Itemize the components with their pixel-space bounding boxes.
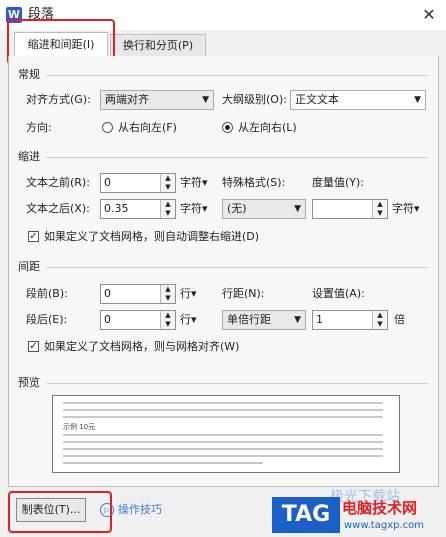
alignment-select[interactable]: 两端对齐 ▼: [100, 90, 214, 110]
chevron-down-icon: ▼: [202, 95, 209, 105]
rtl-label[interactable]: 从右向左(F): [118, 121, 177, 135]
space-before-stepper[interactable]: 0 ▲ ▼: [100, 284, 176, 304]
indent-before-label: 文本之前(R):: [26, 176, 90, 189]
special-format-value: (无): [227, 202, 247, 215]
section-divider: [46, 383, 428, 384]
spinner-arrows-icon[interactable]: ▲ ▼: [372, 311, 387, 329]
outline-level-value: 正文文本: [295, 93, 339, 106]
direction-label: 方向:: [26, 121, 52, 134]
section-heading-general: 常规: [18, 68, 40, 81]
section-heading-indent: 缩进: [18, 150, 40, 163]
spinner-arrows-icon[interactable]: ▲ ▼: [372, 200, 387, 218]
space-after-unit: 行: [180, 313, 191, 326]
setting-value-stepper[interactable]: 1 ▲ ▼: [312, 310, 388, 330]
chevron-down-icon: ▼: [414, 95, 421, 105]
preview-line: [63, 448, 383, 450]
alignment-value: 两端对齐: [105, 93, 149, 106]
section-divider: [46, 75, 428, 76]
preview-line: [63, 441, 383, 443]
snap-to-grid-label[interactable]: 如果定义了文档网格，则与网格对齐(W): [44, 340, 239, 354]
alignment-label: 对齐方式(G):: [26, 93, 91, 106]
radio-right-to-left[interactable]: [102, 122, 113, 133]
ltr-label[interactable]: 从左向右(L): [238, 121, 297, 135]
special-format-select[interactable]: (无) ▼: [222, 199, 306, 219]
paragraph-preview: 示例 10元: [52, 395, 400, 473]
preview-line: [63, 409, 383, 411]
indent-before-unit: 字符: [180, 176, 202, 189]
preview-line: [63, 462, 263, 464]
section-divider: [46, 267, 428, 268]
space-before-unit: 行: [180, 287, 191, 300]
setting-value: 1: [316, 313, 323, 326]
line-spacing-value: 单倍行距: [227, 313, 271, 326]
preview-sample-text: 示例 10元: [63, 423, 96, 431]
space-before-unit-dropdown[interactable]: 行▾: [180, 287, 197, 301]
indent-before-value: 0: [104, 176, 111, 189]
chevron-down-icon: ▼: [294, 315, 301, 325]
watermark-url: www.tagxp.com: [344, 520, 424, 531]
space-before-label: 段前(B):: [26, 287, 68, 300]
line-spacing-label: 行距(N):: [222, 287, 265, 300]
chevron-down-icon: ▼: [294, 204, 301, 214]
section-heading-spacing: 间距: [18, 260, 40, 273]
indent-after-label: 文本之后(X):: [26, 202, 90, 215]
indent-after-unit-dropdown[interactable]: 字符▾: [180, 202, 208, 216]
indent-before-stepper[interactable]: 0 ▲ ▼: [100, 173, 176, 193]
spinner-arrows-icon[interactable]: ▲ ▼: [160, 285, 175, 303]
indent-after-value: 0.35: [104, 202, 129, 215]
preview-line: [63, 402, 383, 404]
watermark-logo: TAG: [272, 497, 340, 533]
play-icon[interactable]: ▷: [100, 503, 114, 517]
space-after-label: 段后(E):: [26, 313, 68, 326]
radio-left-to-right[interactable]: [222, 122, 233, 133]
measure-unit: 字符: [392, 202, 414, 215]
spinner-arrows-icon[interactable]: ▲ ▼: [160, 200, 175, 218]
preview-line: [63, 434, 383, 436]
auto-adjust-right-indent-label[interactable]: 如果定义了文档网格，则自动调整右缩进(D): [44, 230, 259, 244]
outline-level-select[interactable]: 正文文本 ▼: [290, 90, 426, 110]
space-after-value: 0: [104, 313, 111, 326]
setting-unit: 倍: [394, 313, 405, 326]
preview-line: [63, 416, 383, 418]
outline-level-label: 大纲级别(O):: [222, 93, 287, 106]
line-spacing-select[interactable]: 单倍行距 ▼: [222, 310, 306, 330]
spinner-arrows-icon[interactable]: ▲ ▼: [160, 311, 175, 329]
auto-adjust-right-indent-checkbox[interactable]: ✓: [28, 231, 39, 242]
measure-label: 度量值(Y):: [312, 176, 365, 189]
spinner-arrows-icon[interactable]: ▲ ▼: [160, 174, 175, 192]
space-after-unit-dropdown[interactable]: 行▾: [180, 313, 197, 327]
preview-line: [63, 455, 383, 457]
tab-line-page-breaks[interactable]: 换行和分页(P): [110, 34, 206, 57]
indent-before-unit-dropdown[interactable]: 字符▾: [180, 176, 208, 190]
special-format-label: 特殊格式(S):: [222, 176, 286, 189]
tips-link[interactable]: 操作技巧: [118, 503, 162, 517]
close-icon[interactable]: ✕: [418, 4, 440, 26]
indent-after-stepper[interactable]: 0.35 ▲ ▼: [100, 199, 176, 219]
measure-stepper[interactable]: ▲ ▼: [312, 199, 388, 219]
section-divider: [46, 157, 428, 158]
indent-after-unit: 字符: [180, 202, 202, 215]
measure-unit-dropdown[interactable]: 字符▾: [392, 202, 420, 216]
section-heading-preview: 预览: [18, 376, 40, 389]
space-before-value: 0: [104, 287, 111, 300]
setting-value-label: 设置值(A):: [312, 287, 365, 300]
snap-to-grid-checkbox[interactable]: ✓: [28, 341, 39, 352]
watermark-site-name: 电脑技术网: [342, 499, 418, 517]
space-after-stepper[interactable]: 0 ▲ ▼: [100, 310, 176, 330]
highlight-frame-tabstops: [8, 491, 112, 533]
